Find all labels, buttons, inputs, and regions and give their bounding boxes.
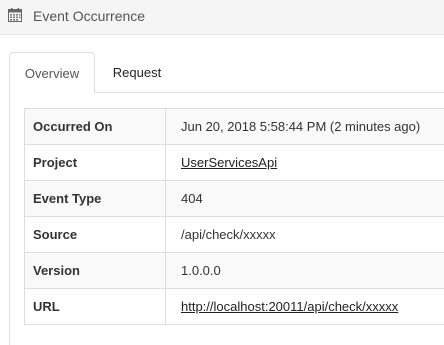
calendar-icon [8, 8, 22, 22]
tab-bar: Overview Request [9, 52, 444, 93]
row-label-source: Source [24, 216, 166, 253]
panel-header: Event Occurrence [0, 0, 444, 35]
tab-overview[interactable]: Overview [9, 52, 95, 93]
occurred-on-value: Jun 20, 2018 5:58:44 PM (2 minutes ago) [165, 108, 444, 145]
version-value: 1.0.0.0 [165, 252, 444, 289]
project-link[interactable]: UserServicesApi [181, 155, 277, 170]
table-row: URL http://localhost:20011/api/check/xxx… [24, 288, 444, 325]
tab-content-border [9, 92, 10, 345]
row-label-occurred-on: Occurred On [24, 108, 166, 145]
table-row: Occurred On Jun 20, 2018 5:58:44 PM (2 m… [24, 108, 444, 145]
table-row: Version 1.0.0.0 [24, 252, 444, 289]
url-link[interactable]: http://localhost:20011/api/check/xxxxx [181, 299, 398, 314]
table-row: Project UserServicesApi [24, 144, 444, 181]
row-label-url: URL [24, 288, 166, 325]
url-value-cell: http://localhost:20011/api/check/xxxxx [165, 288, 444, 325]
event-type-value: 404 [165, 180, 444, 217]
table-row: Event Type 404 [24, 180, 444, 217]
source-value: /api/check/xxxxx [165, 216, 444, 253]
row-label-event-type: Event Type [24, 180, 166, 217]
project-value-cell: UserServicesApi [165, 144, 444, 181]
row-label-version: Version [24, 252, 166, 289]
table-row: Source /api/check/xxxxx [24, 216, 444, 253]
tab-request[interactable]: Request [95, 52, 179, 93]
panel-title: Event Occurrence [33, 8, 146, 24]
row-label-project: Project [24, 144, 166, 181]
event-details-table: Occurred On Jun 20, 2018 5:58:44 PM (2 m… [24, 108, 444, 325]
